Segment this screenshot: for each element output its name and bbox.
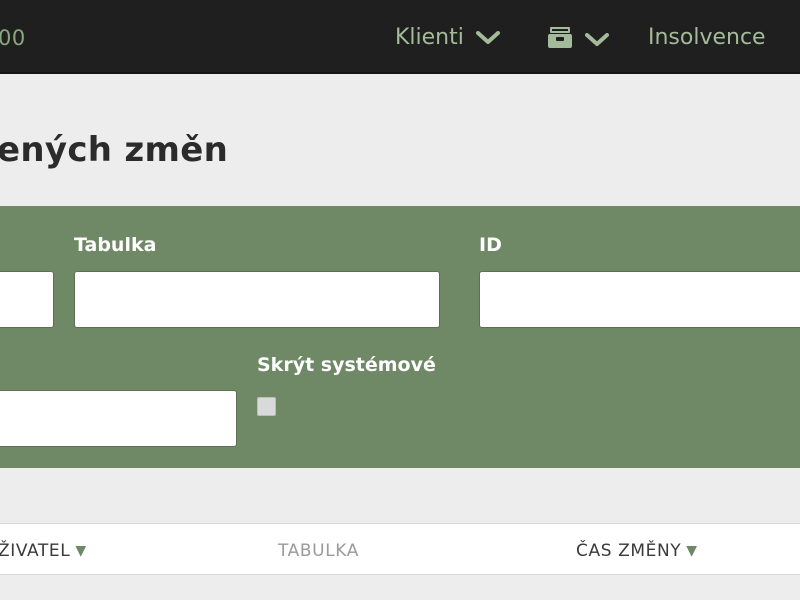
navbar-brand-fragment[interactable]: 00 xyxy=(0,26,26,50)
nav-insolvence-label: Insolvence xyxy=(648,25,766,50)
chevron-down-icon xyxy=(475,30,500,45)
chevron-down-icon xyxy=(585,33,609,47)
column-header-table[interactable]: TABULKA xyxy=(278,541,359,561)
nav-menu-klienti[interactable]: Klienti xyxy=(395,25,500,50)
column-header-change-time-label: ČAS ZMĚNY xyxy=(576,541,682,561)
column-header-change-time[interactable]: ČAS ZMĚNY ▼ xyxy=(576,541,698,561)
column-header-user-label: ŽIVATEL xyxy=(0,541,71,561)
nav-menu-insolvence[interactable]: Insolvence xyxy=(648,25,766,50)
id-label: ID xyxy=(479,234,502,256)
top-navbar: 00 Klienti Insolvence xyxy=(0,0,800,74)
nav-menu-archive[interactable] xyxy=(547,24,609,56)
id-input[interactable] xyxy=(479,271,800,328)
archive-box-icon xyxy=(547,24,573,56)
column-header-table-label: TABULKA xyxy=(278,541,359,561)
nav-klienti-label: Klienti xyxy=(395,25,464,50)
tabulka-label: Tabulka xyxy=(74,234,157,256)
hide-system-checkbox[interactable] xyxy=(257,397,276,416)
hide-system-label: Skrýt systémové xyxy=(257,354,436,376)
sort-desc-icon: ▼ xyxy=(75,543,87,559)
table-header: ŽIVATEL ▼ TABULKA ČAS ZMĚNY ▼ xyxy=(0,523,800,575)
tabulka-input[interactable] xyxy=(74,271,440,328)
filter-first-input[interactable] xyxy=(0,271,54,328)
sort-desc-icon: ▼ xyxy=(686,543,698,559)
page-title: ených změn xyxy=(0,130,229,170)
column-header-user[interactable]: ŽIVATEL ▼ xyxy=(0,541,87,561)
filter-second-input[interactable] xyxy=(0,390,237,447)
